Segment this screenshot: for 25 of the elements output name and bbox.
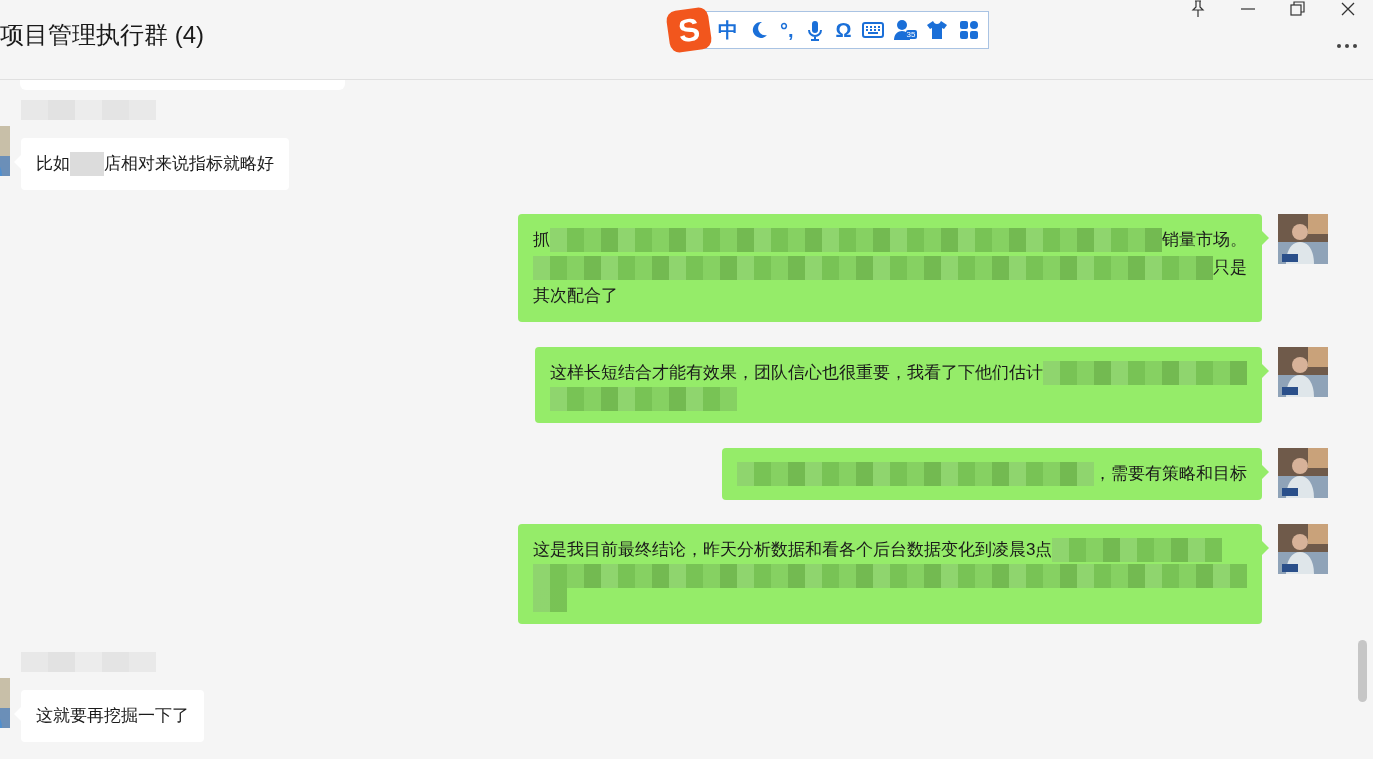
message-text: 这是我目前最终结论，昨天分析数据和看各个后台数据变化到凌晨3点 xyxy=(533,539,1053,561)
message-text: 这就要再挖掘一下了 xyxy=(36,705,189,727)
message-text: 销量市场。 xyxy=(1162,229,1247,251)
ime-button[interactable]: Ω xyxy=(830,11,857,49)
message-text: 比如 xyxy=(36,153,70,175)
message-text: 店相对来说指标就略好 xyxy=(104,153,274,175)
scrollbar-thumb[interactable] xyxy=(1358,640,1367,702)
user-icon[interactable]: 35 xyxy=(888,11,921,49)
close-icon[interactable] xyxy=(1339,0,1357,18)
message-text: 其次配合了 xyxy=(533,285,618,307)
message-text: 抓 xyxy=(533,229,550,251)
shirt-icon[interactable] xyxy=(925,19,948,41)
pin-icon[interactable] xyxy=(1189,0,1207,18)
more-icon[interactable] xyxy=(1336,43,1358,49)
message-text: 只是 xyxy=(1213,257,1247,279)
redacted-text xyxy=(70,152,104,176)
restore-icon[interactable] xyxy=(1289,0,1307,18)
ime-button[interactable]: °, xyxy=(775,11,799,49)
badge: 35 xyxy=(905,30,917,39)
window-title: 项目管理执行群 (4) xyxy=(0,20,204,50)
message-text: ，需要有策略和目标 xyxy=(1094,463,1247,485)
grid-icon[interactable] xyxy=(957,19,980,41)
logo-icon[interactable]: S xyxy=(665,6,713,54)
message-text: 这样长短结合才能有效果，团队信心也很重要，我看了下他们估计 xyxy=(550,362,1043,384)
keyboard-icon[interactable] xyxy=(861,19,884,41)
